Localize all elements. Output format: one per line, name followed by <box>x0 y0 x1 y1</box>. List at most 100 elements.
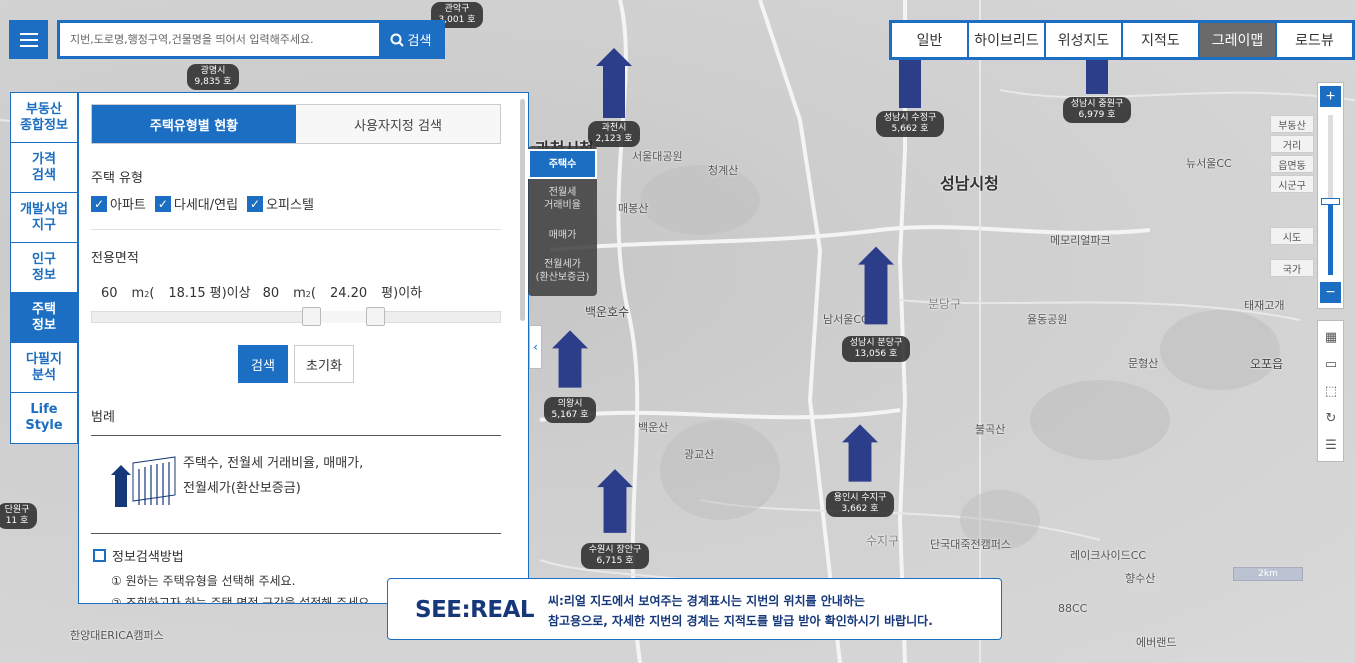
panel-collapse-button[interactable]: ‹ <box>529 325 542 369</box>
nav-housing-info[interactable]: 주택 정보 <box>11 293 77 343</box>
map-type-roadview[interactable]: 로드뷰 <box>1277 23 1352 57</box>
place-label: 백운호수 <box>585 305 630 319</box>
panel-reset-button[interactable]: 초기화 <box>294 345 354 383</box>
nav-multi-parcel-analysis[interactable]: 다필지 분석 <box>11 343 77 393</box>
area-measure-icon[interactable]: ▦ <box>1323 329 1339 345</box>
layers-icon[interactable]: ☰ <box>1323 437 1339 453</box>
place-label: 향수산 <box>1125 572 1156 585</box>
district-marker[interactable]: 의왕시 5,167 호 <box>533 324 607 423</box>
place-label: 수지구 <box>866 534 900 548</box>
place-label: 오포읍 <box>1250 357 1284 371</box>
map-tools: ▦ ▭ ⬚ ↻ ☰ <box>1317 320 1344 462</box>
zoom-handle[interactable] <box>1321 198 1340 205</box>
map-type-general[interactable]: 일반 <box>892 23 967 57</box>
nav-price-search[interactable]: 가격 검색 <box>11 143 77 193</box>
nav-lifestyle[interactable]: Life Style <box>11 393 77 443</box>
zoom-level-sigungu[interactable]: 시군구 <box>1270 175 1314 193</box>
layer-rent-price[interactable]: 전월세가 (환산보증금) <box>528 258 597 284</box>
search-icon <box>390 33 404 47</box>
marker-name: 성남시 수정구 <box>883 113 937 123</box>
zoom-level-country[interactable]: 국가 <box>1270 259 1314 277</box>
map-scale: 2km <box>1233 567 1303 581</box>
zoom-control: + − <box>1317 82 1344 309</box>
marker-count: 9,835 호 <box>194 77 232 87</box>
map-type-hybrid[interactable]: 하이브리드 <box>969 23 1044 57</box>
marker-name: 광명시 <box>200 66 226 76</box>
zoom-level-street[interactable]: 거리 <box>1270 135 1314 153</box>
notice-text: 씨:리얼 지도에서 보여주는 경계표시는 지번의 위치를 안내하는 참고용으로,… <box>548 594 933 628</box>
district-marker[interactable]: 수원시 장안구 6,715 호 <box>578 462 652 569</box>
district-marker[interactable]: 용인시 수지구 3,662 호 <box>823 418 897 517</box>
panel-search-button[interactable]: 검색 <box>238 345 288 383</box>
select-box-icon[interactable]: ⬚ <box>1323 383 1339 399</box>
ruler-icon[interactable]: ▭ <box>1323 356 1339 372</box>
nav-real-estate-info[interactable]: 부동산 종합정보 <box>11 93 77 143</box>
panel-scrollbar[interactable] <box>520 99 525 321</box>
search-button[interactable]: 검색 <box>379 23 442 56</box>
district-marker[interactable]: 단원구 11 호 <box>0 503 54 529</box>
nav-population-info[interactable]: 인구 정보 <box>11 243 77 293</box>
zoom-level-dong[interactable]: 읍면동 <box>1270 155 1314 173</box>
marker-count: 5,662 호 <box>891 124 929 134</box>
bar-arrow-icon <box>596 48 632 118</box>
layer-housing-count[interactable]: 주택수 <box>528 149 597 179</box>
marker-name: 과천시 <box>601 123 627 133</box>
marker-count: 6,715 호 <box>596 556 634 566</box>
checkbox-apartment[interactable]: ✓ 아파트 <box>91 194 146 213</box>
place-label: 문형산 <box>1128 357 1159 370</box>
district-marker[interactable]: 광명시 9,835 호 <box>176 64 250 90</box>
area-slider-track[interactable] <box>91 311 501 323</box>
marker-name: 관악구 <box>444 4 470 14</box>
place-label: 성남시청 <box>940 174 999 193</box>
place-label: 백운산 <box>638 421 669 434</box>
zoom-level-sido[interactable]: 시도 <box>1270 227 1314 245</box>
checkbox-officetel[interactable]: ✓ 오피스텔 <box>247 194 314 213</box>
marker-count: 11 호 <box>5 516 29 526</box>
marker-name: 성남시 분당구 <box>849 338 903 348</box>
district-marker[interactable]: 성남시 수정구 5,662 호 <box>873 58 947 137</box>
chevron-left-icon: ‹ <box>533 340 538 354</box>
bar-arrow-icon <box>597 469 633 533</box>
zoom-in-button[interactable]: + <box>1320 86 1341 107</box>
place-label: 분당구 <box>928 297 962 311</box>
menu-button[interactable] <box>9 20 48 59</box>
panel-tabs: 주택유형별 현황 사용자지정 검색 <box>91 104 501 144</box>
left-nav: 부동산 종합정보 가격 검색 개발사업 지구 인구 정보 주택 정보 다필지 분… <box>10 92 78 444</box>
map-type-satellite[interactable]: 위성지도 <box>1046 23 1121 57</box>
district-marker[interactable]: 성남시 분당구 13,056 호 <box>839 238 913 362</box>
zoom-out-button[interactable]: − <box>1320 282 1341 303</box>
map-type-gray[interactable]: 그레이맵 <box>1200 23 1275 57</box>
area-slider-min-handle[interactable] <box>302 307 321 326</box>
place-label: 레이크사이드CC <box>1070 549 1147 562</box>
tab-custom-search[interactable]: 사용자지정 검색 <box>296 105 500 143</box>
refresh-icon[interactable]: ↻ <box>1323 410 1339 426</box>
layer-rent-ratio[interactable]: 전월세 거래비율 <box>528 186 597 212</box>
checkmark-icon: ✓ <box>91 195 107 212</box>
search-input[interactable] <box>60 23 379 56</box>
marker-name: 단원구 <box>4 505 30 515</box>
housing-type-checkboxes: ✓ 아파트 ✓ 다세대/연립 ✓ 오피스텔 <box>91 194 314 213</box>
place-label: 청계산 <box>708 164 739 177</box>
marker-count: 5,167 호 <box>551 410 589 420</box>
area-slider-max-handle[interactable] <box>366 307 385 326</box>
legend-label: 범례 <box>91 410 115 425</box>
zoom-fill <box>1328 203 1333 275</box>
district-marker[interactable]: 과천시 2,123 호 <box>577 48 651 147</box>
place-label: 매봉산 <box>618 202 649 215</box>
tab-housing-type-status[interactable]: 주택유형별 현황 <box>92 105 296 143</box>
nav-development-district[interactable]: 개발사업 지구 <box>11 193 77 243</box>
place-label: 뉴서울CC <box>1186 157 1232 170</box>
marker-count: 6,979 호 <box>1078 110 1116 120</box>
place-label: 태재고개 <box>1244 299 1285 312</box>
housing-type-label: 주택 유형 <box>91 171 143 186</box>
search-bar: 검색 <box>57 20 445 59</box>
map-type-cadastral[interactable]: 지적도 <box>1123 23 1198 57</box>
district-marker[interactable]: 성남시 중원구 6,979 호 <box>1060 52 1134 123</box>
place-label: 한양대ERICA캠퍼스 <box>70 629 164 642</box>
marker-name: 의왕시 <box>557 399 583 409</box>
zoom-level-real-estate[interactable]: 부동산 <box>1270 115 1314 133</box>
boundary-notice: SEE:REAL 씨:리얼 지도에서 보여주는 경계표시는 지번의 위치를 안내… <box>387 578 1002 640</box>
checkbox-multiplex[interactable]: ✓ 다세대/연립 <box>154 194 238 213</box>
place-label: 불곡산 <box>975 423 1006 436</box>
layer-sale-price[interactable]: 매매가 <box>528 229 597 242</box>
